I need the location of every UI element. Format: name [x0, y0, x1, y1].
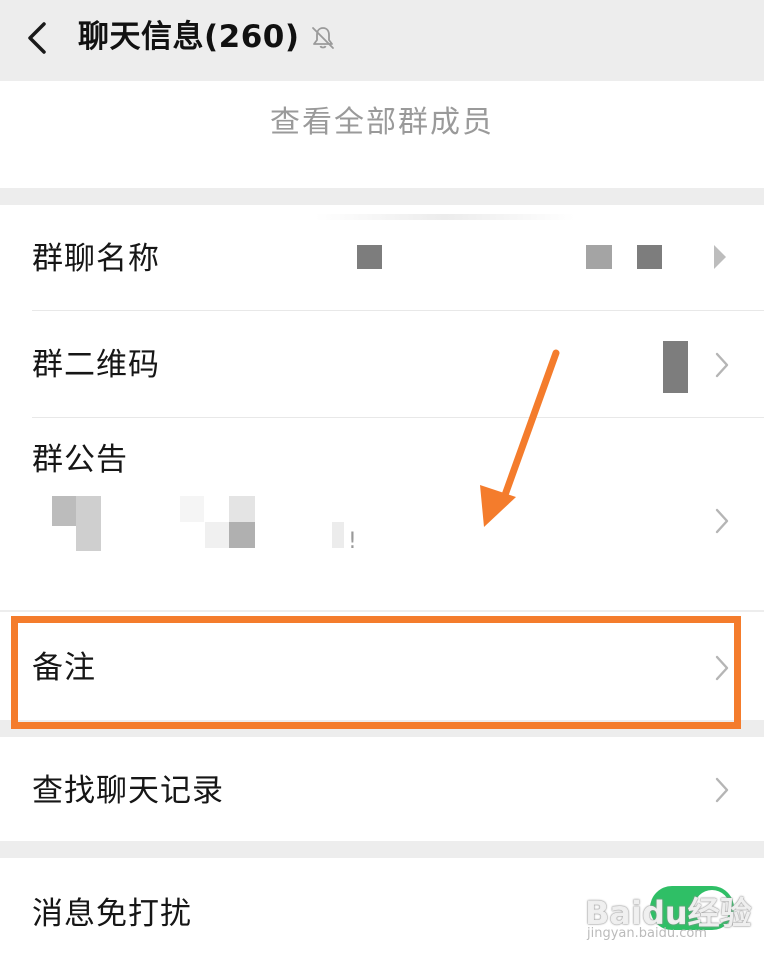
qr-code-label: 群二维码: [32, 347, 160, 383]
remark-row[interactable]: 备注: [0, 612, 764, 720]
pixelated-text: [229, 522, 255, 548]
chevron-right-icon: [715, 352, 729, 378]
chevron-right-icon: [715, 777, 729, 803]
chevron-right-icon: [715, 655, 729, 681]
pixelated-value: [586, 245, 612, 269]
pixelated-text: [180, 496, 204, 522]
group-name-row[interactable]: 群聊名称: [0, 205, 764, 310]
announcement-fragment: !: [348, 529, 357, 554]
pixelated-text: [205, 522, 230, 548]
pixelated-text: [52, 496, 78, 526]
do-not-disturb-row: 消息免打扰: [0, 858, 764, 960]
search-history-row[interactable]: 查找聊天记录: [0, 737, 764, 841]
search-history-label: 查找聊天记录: [32, 773, 224, 809]
chevron-left-icon[interactable]: [24, 20, 54, 56]
bell-off-icon: [312, 27, 334, 49]
qr-code-row[interactable]: 群二维码: [0, 311, 764, 417]
pixelated-text: [229, 496, 255, 522]
pixelated-text: [76, 496, 101, 551]
announcement-row[interactable]: 群公告 !: [0, 418, 764, 610]
header-bar: 聊天信息(260): [0, 0, 764, 80]
toggle-knob: [694, 890, 730, 926]
chevron-right-icon: [714, 245, 726, 269]
pixelated-value: [637, 245, 662, 269]
view-all-members-link[interactable]: 查看全部群成员: [0, 103, 764, 143]
qr-thumbnail: [663, 341, 688, 393]
pixelated-value: [357, 245, 382, 269]
group-info-section: 群聊名称 群二维码 群公告 !: [0, 205, 764, 610]
remark-label: 备注: [32, 650, 96, 686]
page-title: 聊天信息(260): [78, 19, 300, 55]
chevron-right-icon: [715, 508, 729, 534]
do-not-disturb-label: 消息免打扰: [32, 896, 192, 932]
do-not-disturb-toggle[interactable]: [650, 886, 734, 930]
members-section: 查看全部群成员: [0, 81, 764, 188]
announcement-label: 群公告: [32, 442, 128, 478]
group-name-label: 群聊名称: [32, 241, 160, 277]
pixelated-text: [332, 522, 344, 548]
